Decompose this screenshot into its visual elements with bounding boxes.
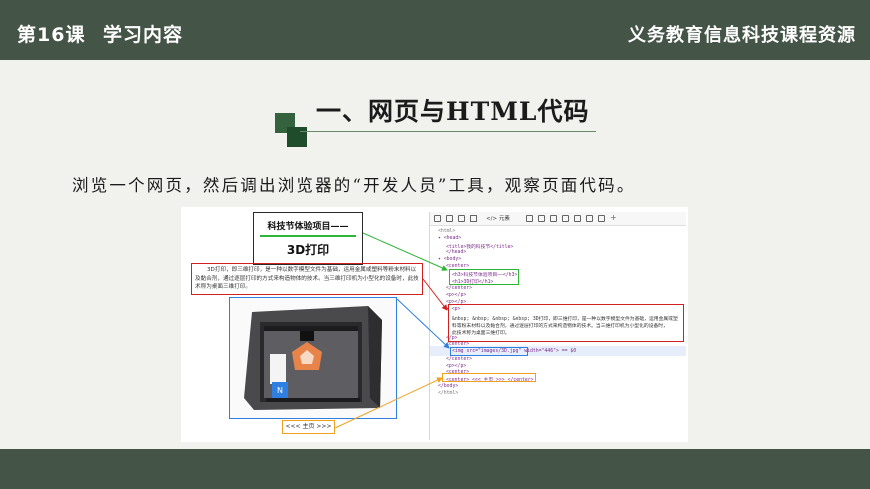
arrow-paragraph xyxy=(422,278,448,311)
lesson-topic: 学习内容 xyxy=(103,24,184,46)
heading-underline xyxy=(300,131,596,132)
intro-text: 浏览一个网页，然后调出浏览器的“开发人员”工具，观察页面代码。 xyxy=(72,176,636,195)
resource-title: 义务教育信息科技课程资源 xyxy=(628,25,856,46)
heading-decoration-square-dark xyxy=(287,127,307,147)
lesson-number: 第16课 xyxy=(17,24,86,46)
connector-arrows xyxy=(334,232,450,429)
bottom-footer-bar xyxy=(0,449,870,489)
top-header-bar: 第16课 学习内容 义务教育信息科技课程资源 xyxy=(0,0,870,60)
section-heading: 一、网页与HTML代码 xyxy=(316,97,590,126)
arrow-image xyxy=(396,298,450,349)
screenshot-panel: 科技节体验项目—— 3D打印 3D打印，即三维打印，是一种以数字模型文件为基础，… xyxy=(181,207,688,442)
arrow-nav xyxy=(334,377,443,429)
arrow-heading xyxy=(362,232,448,271)
